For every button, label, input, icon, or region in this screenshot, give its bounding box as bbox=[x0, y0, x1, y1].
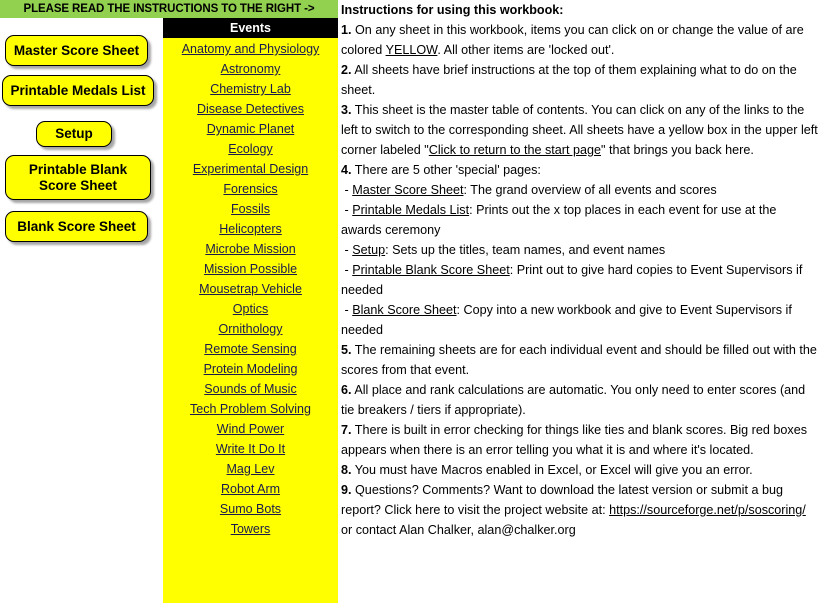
event-link[interactable]: Tech Problem Solving bbox=[163, 399, 338, 419]
instruction-text-6: All place and rank calculations are auto… bbox=[341, 383, 806, 417]
event-link[interactable]: Experimental Design bbox=[163, 159, 338, 179]
instruction-number-3: 3. bbox=[341, 103, 352, 117]
printable-blank-score-sheet-line2: Score Sheet bbox=[38, 177, 118, 193]
printable-blank-score-sheet-line1: Printable Blank bbox=[28, 161, 128, 177]
instruction-number-1: 1. bbox=[341, 23, 352, 37]
event-link[interactable]: Remote Sensing bbox=[163, 339, 338, 359]
yellow-keyword: YELLOW bbox=[385, 43, 438, 57]
instructions-banner: PLEASE READ THE INSTRUCTIONS TO THE RIGH… bbox=[0, 0, 338, 18]
printable-medals-list-link[interactable]: Printable Medals List bbox=[352, 203, 469, 217]
setup-button-label: Setup bbox=[55, 126, 93, 142]
instruction-number-8: 8. bbox=[341, 463, 352, 477]
event-link[interactable]: Write It Do It bbox=[163, 439, 338, 459]
instruction-number-4: 4. bbox=[341, 163, 352, 177]
instruction-item-8: 8. You must have Macros enabled in Excel… bbox=[341, 460, 819, 480]
event-link[interactable]: Forensics bbox=[163, 179, 338, 199]
special-page-item-medals: - Printable Medals List: Prints out the … bbox=[341, 200, 819, 240]
blank-score-sheet-link[interactable]: Blank Score Sheet bbox=[352, 303, 456, 317]
event-link[interactable]: Protein Modeling bbox=[163, 359, 338, 379]
printable-medals-list-button-label: Printable Medals List bbox=[10, 82, 146, 98]
instruction-number-7: 7. bbox=[341, 423, 352, 437]
special-page-item-printable-blank: - Printable Blank Score Sheet: Print out… bbox=[341, 260, 819, 300]
instructions-panel: Instructions for using this workbook: 1.… bbox=[338, 0, 823, 603]
navigation-button-panel: Master Score Sheet Printable Medals List… bbox=[0, 18, 163, 603]
setup-button[interactable]: Setup bbox=[36, 121, 112, 147]
event-link[interactable]: Mousetrap Vehicle bbox=[163, 279, 338, 299]
event-link[interactable]: Microbe Mission bbox=[163, 239, 338, 259]
event-link[interactable]: Helicopters bbox=[163, 219, 338, 239]
instruction-item-1: 1. On any sheet in this workbook, items … bbox=[341, 20, 819, 60]
project-website-link[interactable]: https://sourceforge.net/p/soscoring/ bbox=[609, 503, 806, 517]
instruction-item-7: 7. There is built in error checking for … bbox=[341, 420, 819, 460]
blank-score-sheet-button[interactable]: Blank Score Sheet bbox=[5, 211, 148, 242]
printable-blank-score-sheet-link[interactable]: Printable Blank Score Sheet bbox=[352, 263, 510, 277]
bullet-dash-2: - bbox=[344, 203, 349, 217]
instruction-text-1b: . All other items are 'locked out'. bbox=[437, 43, 615, 57]
events-column-header: Events bbox=[163, 18, 338, 38]
banner-text: PLEASE READ THE INSTRUCTIONS TO THE RIGH… bbox=[23, 3, 315, 15]
instruction-text-4: There are 5 other 'special' pages: bbox=[354, 163, 541, 177]
bullet-dash-1: - bbox=[344, 183, 349, 197]
event-link[interactable]: Wind Power bbox=[163, 419, 338, 439]
instruction-number-6: 6. bbox=[341, 383, 352, 397]
instruction-text-5: The remaining sheets are for each indivi… bbox=[341, 343, 817, 377]
printable-medals-list-button[interactable]: Printable Medals List bbox=[2, 75, 154, 106]
instruction-number-9: 9. bbox=[341, 483, 352, 497]
special-page-item-setup: - Setup: Sets up the titles, team names,… bbox=[341, 240, 819, 260]
printable-blank-score-sheet-button[interactable]: Printable Blank Score Sheet bbox=[5, 155, 151, 200]
instruction-text-9b: or contact Alan Chalker, alan@chalker.or… bbox=[341, 523, 576, 537]
master-score-sheet-link[interactable]: Master Score Sheet bbox=[352, 183, 463, 197]
special-page-item-blank: - Blank Score Sheet: Copy into a new wor… bbox=[341, 300, 819, 340]
event-link[interactable]: Mag Lev bbox=[163, 459, 338, 479]
setup-link[interactable]: Setup bbox=[352, 243, 385, 257]
event-link[interactable]: Sounds of Music bbox=[163, 379, 338, 399]
printable-blank-score-sheet-button-label: Printable Blank Score Sheet bbox=[29, 162, 127, 193]
instruction-number-2: 2. bbox=[341, 63, 352, 77]
instruction-item-4: 4. There are 5 other 'special' pages: bbox=[341, 160, 819, 180]
events-header-label: Events bbox=[230, 21, 271, 35]
event-link[interactable]: Ornithology bbox=[163, 319, 338, 339]
setup-description: : Sets up the titles, team names, and ev… bbox=[385, 243, 666, 257]
event-link[interactable]: Mission Possible bbox=[163, 259, 338, 279]
instruction-item-6: 6. All place and rank calculations are a… bbox=[341, 380, 819, 420]
event-link[interactable]: Robot Arm bbox=[163, 479, 338, 499]
instruction-text-2: All sheets have brief instructions at th… bbox=[341, 63, 797, 97]
instruction-item-3: 3. This sheet is the master table of con… bbox=[341, 100, 819, 160]
blank-score-sheet-button-label: Blank Score Sheet bbox=[17, 218, 136, 234]
event-link[interactable]: Towers bbox=[163, 519, 338, 539]
instruction-text-7: There is built in error checking for thi… bbox=[341, 423, 807, 457]
master-score-sheet-description: : The grand overview of all events and s… bbox=[463, 183, 717, 197]
instruction-item-2: 2. All sheets have brief instructions at… bbox=[341, 60, 819, 100]
instruction-item-5: 5. The remaining sheets are for each ind… bbox=[341, 340, 819, 380]
event-link[interactable]: Optics bbox=[163, 299, 338, 319]
event-link[interactable]: Dynamic Planet bbox=[163, 119, 338, 139]
special-page-item-master: - Master Score Sheet: The grand overview… bbox=[341, 180, 819, 200]
event-link[interactable]: Disease Detectives bbox=[163, 99, 338, 119]
events-column: Events Anatomy and Physiology Astronomy Ch… bbox=[163, 18, 338, 603]
event-link[interactable]: Ecology bbox=[163, 139, 338, 159]
instructions-title: Instructions for using this workbook: bbox=[341, 3, 564, 17]
event-link[interactable]: Sumo Bots bbox=[163, 499, 338, 519]
instruction-number-5: 5. bbox=[341, 343, 352, 357]
event-link[interactable]: Astronomy bbox=[163, 59, 338, 79]
master-score-sheet-button[interactable]: Master Score Sheet bbox=[5, 35, 148, 66]
event-link[interactable]: Anatomy and Physiology bbox=[163, 39, 338, 59]
instruction-text-8: You must have Macros enabled in Excel, o… bbox=[354, 463, 753, 477]
event-link[interactable]: Chemistry Lab bbox=[163, 79, 338, 99]
bullet-dash-5: - bbox=[344, 303, 349, 317]
event-link[interactable]: Fossils bbox=[163, 199, 338, 219]
instruction-item-9: 9. Questions? Comments? Want to download… bbox=[341, 480, 819, 540]
bullet-dash-3: - bbox=[344, 243, 349, 257]
master-score-sheet-button-label: Master Score Sheet bbox=[13, 42, 140, 58]
instruction-text-3b: " that brings you back here. bbox=[600, 143, 754, 157]
events-list: Anatomy and Physiology Astronomy Chemistry… bbox=[163, 38, 338, 539]
return-to-start-page-link[interactable]: Click to return to the start page bbox=[429, 143, 601, 157]
bullet-dash-4: - bbox=[344, 263, 349, 277]
